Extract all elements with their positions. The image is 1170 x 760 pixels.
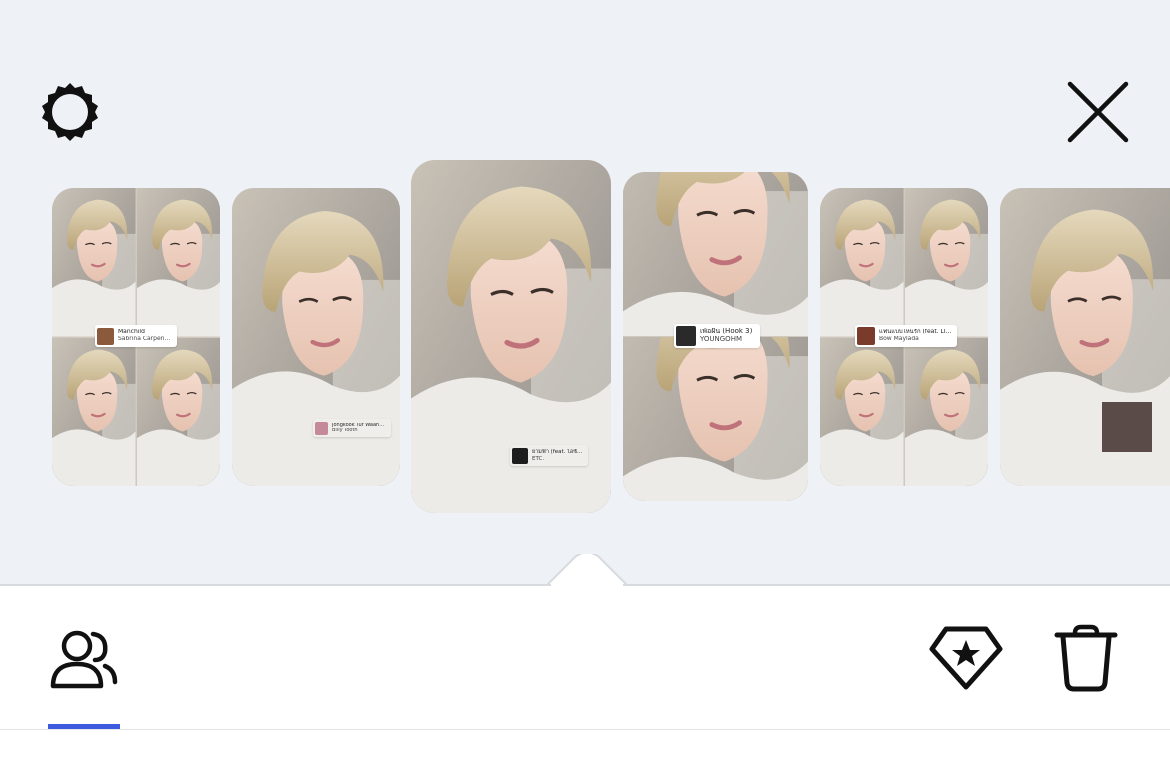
song-artist: ETC. — [532, 455, 545, 462]
music-sticker: Jongkook Tur Waanack ... Billy Tooth — [313, 419, 391, 437]
album-sticker-caption: · · · · · · — [1114, 454, 1140, 459]
photo-tile — [52, 188, 136, 337]
photo-card-2[interactable]: Jongkook Tur Waanack ... Billy Tooth — [232, 188, 400, 486]
photo-card-3-selected[interactable]: ยามฟ้า (feat. ไอซ์ บอย) ETC. — [411, 160, 611, 513]
favorite-diamond-star-icon — [929, 626, 1003, 690]
song-title: Manchild — [118, 329, 145, 336]
song-title: แฟนแบบไหนรัก (feat. LIPTA) — [879, 329, 952, 336]
music-sticker: ยามฟ้า (feat. ไอซ์ บอย) ETC. — [510, 445, 588, 466]
favorite-button[interactable] — [926, 620, 1006, 696]
song-artist: Bow Maylada — [879, 336, 919, 342]
close-button[interactable] — [1058, 72, 1138, 152]
tab-divider — [0, 729, 1170, 730]
gear-icon — [42, 83, 98, 141]
photo-tile — [52, 338, 136, 487]
delete-button[interactable] — [1048, 620, 1124, 696]
photo-card-4[interactable]: เพ้อฝัน (Hook 3) YOUNGOHM — [623, 172, 808, 501]
music-sticker: แฟนแบบไหนรัก (feat. LIPTA) Bow Maylada — [855, 325, 957, 347]
album-art-thumbnail — [315, 421, 328, 435]
photo-tile — [820, 188, 904, 337]
photo-tile — [905, 338, 989, 487]
song-title: เพ้อฝัน (Hook 3) — [700, 328, 753, 336]
music-sticker: เพ้อฝัน (Hook 3) YOUNGOHM — [674, 324, 760, 348]
album-art-thumbnail — [97, 327, 114, 345]
notch-cover — [551, 582, 623, 588]
music-sticker: Manchild Sabrina Carpenter — [95, 325, 177, 347]
close-icon — [1067, 81, 1129, 143]
photo-tile — [623, 337, 808, 501]
song-artist: Sabrina Carpenter — [118, 336, 172, 342]
photo-tile — [623, 172, 808, 336]
photo-tile — [137, 188, 221, 337]
photo-tile — [820, 338, 904, 487]
photo-card-1[interactable]: Manchild Sabrina Carpenter — [52, 188, 220, 486]
settings-button[interactable] — [30, 72, 110, 152]
tab-viewers[interactable] — [48, 620, 120, 696]
photo — [232, 188, 400, 486]
album-art-thumbnail — [676, 326, 696, 346]
song-artist: YOUNGOHM — [700, 336, 742, 343]
album-art-thumbnail — [857, 327, 875, 345]
photo-tile — [905, 188, 989, 337]
photo-tile — [137, 338, 221, 487]
photo-card-5[interactable]: แฟนแบบไหนรัก (feat. LIPTA) Bow Maylada — [820, 188, 988, 486]
album-art-thumbnail — [512, 447, 528, 464]
song-artist: Billy Tooth — [332, 428, 358, 433]
trash-icon — [1054, 624, 1118, 692]
photo-card-6[interactable]: · · · · · · — [1000, 188, 1170, 486]
people-icon — [50, 630, 118, 689]
album-art-sticker — [1102, 402, 1152, 452]
